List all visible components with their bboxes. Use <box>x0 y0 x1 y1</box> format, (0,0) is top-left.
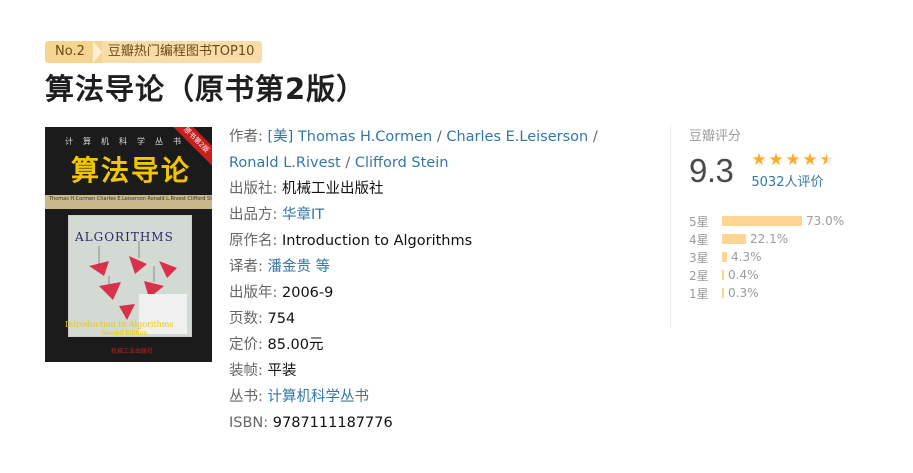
cover-publisher: 机械工业出版社 <box>111 348 154 355</box>
author-row-continued: Ronald L.Rivest / Clifford Stein <box>229 150 649 176</box>
star-full-icon: ★ <box>785 150 801 170</box>
ranking-arrow-icon <box>92 41 102 63</box>
rating-votes-link[interactable]: 5032人评价 <box>751 171 836 190</box>
ranking-list-link[interactable]: 豆瓣热门编程图书TOP10 <box>101 41 263 63</box>
cover-edition: Second Edition <box>101 330 148 337</box>
cover-english-title: Introduction to Algorithms <box>65 320 174 329</box>
publish-year-value: 2006-9 <box>282 285 334 301</box>
cover-series: 计算机科学丛书 <box>65 137 191 146</box>
cover-artwork-box: ALGORITHMS <box>68 215 192 337</box>
rating-score: 9.3 <box>689 152 734 189</box>
rating-distribution-row: 5星 73.0% <box>689 212 889 230</box>
translator-link[interactable]: 潘金贵 等 <box>268 259 331 275</box>
cover-author-band: Thomas H.Cormen Charles E.Leiserson Rona… <box>45 195 212 209</box>
rating-percent: 73.0% <box>806 214 845 228</box>
author-link[interactable]: [美] Thomas H.Cormen <box>268 129 433 145</box>
rating-percent: 0.4% <box>728 268 759 282</box>
pages-row: 页数: 754 <box>229 306 649 332</box>
rating-label: 豆瓣评分 <box>689 129 742 144</box>
rating-star-label: 1星 <box>689 286 709 301</box>
series-label: 丛书: <box>229 389 263 405</box>
producer-label: 出品方: <box>229 207 278 223</box>
rating-distribution-row: 1星 0.3% <box>689 284 889 302</box>
price-value: 85.00元 <box>267 337 324 353</box>
translator-row: 译者: 潘金贵 等 <box>229 254 649 280</box>
book-cover-image[interactable]: 计算机科学丛书 算法导论 原书第2版 Thomas H.Cormen Charl… <box>45 127 212 362</box>
star-full-icon: ★ <box>802 150 818 170</box>
author-label: 作者: <box>229 129 263 145</box>
publisher-label: 出版社: <box>229 181 278 197</box>
isbn-label: ISBN: <box>229 415 269 431</box>
star-full-icon: ★ <box>751 150 767 170</box>
author-link[interactable]: Charles E.Leiserson <box>446 129 588 145</box>
rating-summary: 9.3 ★ ★ ★ ★ ★ 5032人评价 <box>689 150 889 191</box>
cover-authors: Thomas H.Cormen Charles E.Leiserson Rona… <box>49 196 212 202</box>
price-row: 定价: 85.00元 <box>229 332 649 358</box>
rating-panel: 豆瓣评分 9.3 ★ ★ ★ ★ ★ 5032人评价 5星 73.0% 4星 2… <box>689 125 889 302</box>
original-title-value: Introduction to Algorithms <box>282 233 473 249</box>
binding-label: 装帧: <box>229 363 263 379</box>
rating-bar <box>722 252 727 262</box>
cover-artwork: ALGORITHMS <box>68 215 192 362</box>
author-separator: / <box>436 129 447 145</box>
rating-percent: 4.3% <box>731 250 762 264</box>
rating-percent: 22.1% <box>750 232 789 246</box>
producer-row: 出品方: 华章IT <box>229 202 649 228</box>
author-link[interactable]: Clifford Stein <box>355 155 449 171</box>
isbn-value: 9787111187776 <box>272 415 393 431</box>
book-info: 作者: [美] Thomas H.Cormen / Charles E.Leis… <box>229 124 649 436</box>
cover-title: 算法导论 <box>71 154 192 187</box>
rating-bar <box>722 216 802 226</box>
series-row: 丛书: 计算机科学丛书 <box>229 384 649 410</box>
author-link[interactable]: Ronald L.Rivest <box>229 155 341 171</box>
publish-year-row: 出版年: 2006-9 <box>229 280 649 306</box>
rating-distribution: 5星 73.0% 4星 22.1% 3星 4.3% 2星 0.4% 1星 0.3… <box>689 212 889 302</box>
rating-star-label: 2星 <box>689 268 709 283</box>
rating-star-label: 5星 <box>689 214 709 229</box>
pages-value: 754 <box>267 311 296 327</box>
star-half-icon: ★ <box>819 150 835 170</box>
translator-label: 译者: <box>229 259 263 275</box>
rating-star-label: 3星 <box>689 250 709 265</box>
author-separator: / <box>345 155 355 171</box>
rating-distribution-row: 4星 22.1% <box>689 230 889 248</box>
star-full-icon: ★ <box>768 150 784 170</box>
book-title: 算法导论（原书第2版） <box>45 72 367 106</box>
rating-distribution-row: 2星 0.4% <box>689 266 889 284</box>
producer-link[interactable]: 华章IT <box>282 207 324 223</box>
rating-distribution-row: 3星 4.3% <box>689 248 889 266</box>
rating-bar <box>722 288 724 298</box>
rating-star-label: 4星 <box>689 232 709 247</box>
cover-mobile-art <box>89 241 187 334</box>
series-link[interactable]: 计算机科学丛书 <box>268 389 370 405</box>
original-title-label: 原作名: <box>229 233 278 249</box>
original-title-row: 原作名: Introduction to Algorithms <box>229 228 649 254</box>
price-label: 定价: <box>229 337 263 353</box>
rating-stars: ★ ★ ★ ★ ★ <box>751 150 836 170</box>
publisher-value: 机械工业出版社 <box>282 181 384 197</box>
rating-percent: 0.3% <box>728 286 759 300</box>
author-row: 作者: [美] Thomas H.Cormen / Charles E.Leis… <box>229 124 649 150</box>
binding-row: 装帧: 平装 <box>229 358 649 384</box>
ranking-number: No.2 <box>45 41 93 63</box>
isbn-row: ISBN: 9787111187776 <box>229 410 649 436</box>
binding-value: 平装 <box>267 363 297 379</box>
pages-label: 页数: <box>229 311 263 327</box>
publish-year-label: 出版年: <box>229 285 278 301</box>
section-divider <box>670 125 671 326</box>
rating-stars-column: ★ ★ ★ ★ ★ 5032人评价 <box>751 150 836 191</box>
ranking-tag[interactable]: No.2 豆瓣热门编程图书TOP10 <box>45 41 263 63</box>
author-separator: / <box>592 129 598 145</box>
publisher-row: 出版社: 机械工业出版社 <box>229 176 649 202</box>
rating-bar <box>722 270 724 280</box>
rating-bar <box>722 234 746 244</box>
